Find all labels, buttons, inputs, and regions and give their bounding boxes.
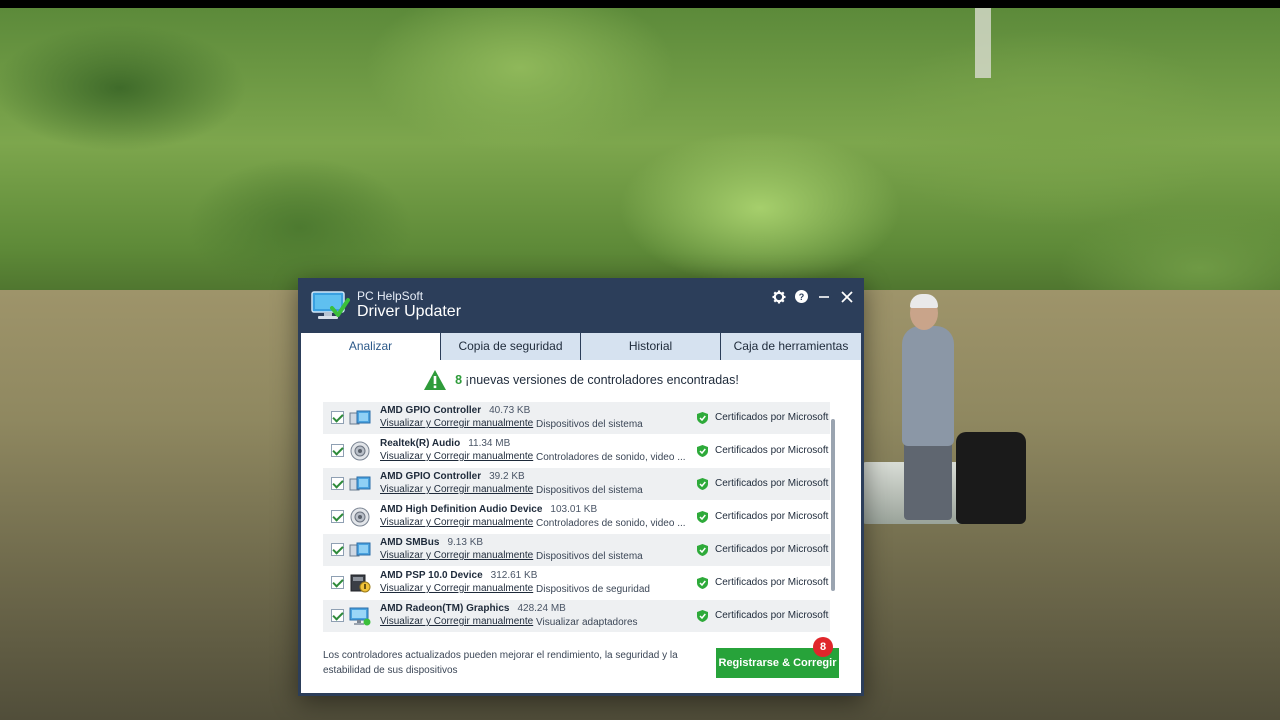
shield-check-icon xyxy=(697,511,708,523)
background-person-cap xyxy=(910,294,938,308)
settings-button[interactable] xyxy=(769,287,789,307)
driver-category: Controladores de sonido, video ... xyxy=(536,452,686,463)
letterbox-bar xyxy=(0,0,1280,8)
help-button[interactable]: ? xyxy=(791,287,811,307)
brand-name: PC HelpSoft xyxy=(357,289,424,303)
security-device-icon xyxy=(350,574,371,593)
gear-icon xyxy=(772,290,786,304)
driver-category: Dispositivos del sistema xyxy=(536,485,643,496)
driver-name: AMD GPIO Controller 40.73 KB xyxy=(380,405,531,416)
svg-text:?: ? xyxy=(798,292,804,302)
manual-fix-link[interactable]: Visualizar y Corregir manualmente xyxy=(380,517,533,528)
tab-historial[interactable]: Historial xyxy=(581,333,720,360)
scan-panel: 8 ¡nuevas versiones de controladores enco… xyxy=(301,360,861,693)
system-device-icon xyxy=(349,542,371,557)
driver-category: Dispositivos de seguridad xyxy=(536,584,650,595)
driver-checkbox[interactable] xyxy=(331,477,344,490)
scan-message: ¡nuevas versiones de controladores encon… xyxy=(465,373,739,387)
speaker-icon xyxy=(350,507,370,527)
manual-fix-link[interactable]: Visualizar y Corregir manualmente xyxy=(380,451,533,462)
tab-caja-de-herramientas[interactable]: Caja de herramientas xyxy=(721,333,861,360)
driver-checkbox[interactable] xyxy=(331,543,344,556)
minimize-icon xyxy=(819,296,829,298)
app-logo-icon xyxy=(311,291,350,319)
certification-label: Certificados por Microsoft xyxy=(715,544,829,555)
driver-checkbox[interactable] xyxy=(331,576,344,589)
close-button[interactable] xyxy=(837,287,857,307)
driver-category: Dispositivos del sistema xyxy=(536,419,643,430)
shield-check-icon xyxy=(697,412,708,424)
driver-name: AMD GPIO Controller 39.2 KB xyxy=(380,471,525,482)
certification-label: Certificados por Microsoft xyxy=(715,610,829,621)
system-device-icon xyxy=(349,410,371,425)
background-foliage xyxy=(0,8,1280,308)
warning-icon xyxy=(424,370,447,390)
title-bar[interactable]: PC HelpSoft Driver Updater ? xyxy=(298,278,864,332)
driver-category: Visualizar adaptadores xyxy=(536,617,638,628)
driver-size: 40.73 KB xyxy=(489,405,531,416)
certification-label: Certificados por Microsoft xyxy=(715,478,829,489)
help-icon: ? xyxy=(794,290,808,303)
display-adapter-icon xyxy=(349,607,371,626)
table-row: AMD SMBus 9.13 KB Visualizar y Corregir m… xyxy=(323,534,830,566)
update-count-badge: 8 xyxy=(813,637,833,657)
table-row: AMD GPIO Controller 39.2 KB Visualizar y … xyxy=(323,468,830,500)
table-row: Realtek(R) Audio 11.34 MB Visualizar y Co… xyxy=(323,435,830,467)
driver-count: 8 xyxy=(455,373,463,387)
driver-checkbox[interactable] xyxy=(331,510,344,523)
driver-checkbox[interactable] xyxy=(331,444,344,457)
driver-name: AMD Radeon(TM) Graphics 428.24 MB xyxy=(380,603,566,614)
manual-fix-link[interactable]: Visualizar y Corregir manualmente xyxy=(380,550,533,561)
driver-category: Dispositivos del sistema xyxy=(536,551,643,562)
scan-result-header: 8 ¡nuevas versiones de controladores enco… xyxy=(301,369,861,393)
driver-list: AMD GPIO Controller 40.73 KB Visualizar y… xyxy=(323,402,839,634)
driver-size: 312.61 KB xyxy=(490,570,538,581)
tab-analizar[interactable]: Analizar xyxy=(301,333,440,360)
shield-check-icon xyxy=(697,544,708,556)
driver-checkbox[interactable] xyxy=(331,609,344,622)
shield-check-icon xyxy=(697,478,708,490)
table-row: AMD PSP 10.0 Device 312.61 KB Visualizar … xyxy=(323,567,830,599)
background-person-legs xyxy=(904,440,952,520)
manual-fix-link[interactable]: Visualizar y Corregir manualmente xyxy=(380,583,533,594)
driver-name: AMD High Definition Audio Device 103.01 K… xyxy=(380,504,598,515)
certification-label: Certificados por Microsoft xyxy=(715,412,829,423)
manual-fix-link[interactable]: Visualizar y Corregir manualmente xyxy=(380,418,533,429)
table-row: AMD Radeon(TM) Graphics 428.24 MB Visuali… xyxy=(323,600,830,632)
table-row: AMD GPIO Controller 40.73 KB Visualizar y… xyxy=(323,402,830,434)
system-device-icon xyxy=(349,476,371,491)
driver-name: AMD PSP 10.0 Device 312.61 KB xyxy=(380,570,538,581)
shield-check-icon xyxy=(697,577,708,589)
certification-label: Certificados por Microsoft xyxy=(715,445,829,456)
driver-updater-window: PC HelpSoft Driver Updater ? Analizar Co… xyxy=(298,278,864,696)
driver-checkbox[interactable] xyxy=(331,411,344,424)
minimize-button[interactable] xyxy=(814,287,834,307)
driver-size: 103.01 KB xyxy=(550,504,598,515)
table-row: AMD High Definition Audio Device 103.01 K… xyxy=(323,501,830,533)
driver-name: AMD SMBus 9.13 KB xyxy=(380,537,484,548)
manual-fix-link[interactable]: Visualizar y Corregir manualmente xyxy=(380,616,533,627)
speaker-icon xyxy=(350,441,370,461)
certification-label: Certificados por Microsoft xyxy=(715,511,829,522)
background-outboard-motor xyxy=(956,432,1026,524)
driver-size: 9.13 KB xyxy=(447,537,484,548)
footer-message: Los controladores actualizados pueden me… xyxy=(323,650,678,676)
driver-name: Realtek(R) Audio 11.34 MB xyxy=(380,438,511,449)
driver-list-scrollbar[interactable] xyxy=(831,413,835,635)
driver-category: Controladores de sonido, video ... xyxy=(536,518,686,529)
background-tree-trunk xyxy=(975,8,991,78)
app-title: Driver Updater xyxy=(357,303,462,320)
close-icon xyxy=(841,291,853,303)
certification-label: Certificados por Microsoft xyxy=(715,577,829,588)
shield-check-icon xyxy=(697,610,708,622)
driver-size: 11.34 MB xyxy=(468,438,511,449)
shield-check-icon xyxy=(697,445,708,457)
driver-size: 39.2 KB xyxy=(489,471,525,482)
background-person xyxy=(902,326,954,446)
scrollbar-thumb[interactable] xyxy=(831,419,835,591)
driver-size: 428.24 MB xyxy=(517,603,566,614)
manual-fix-link[interactable]: Visualizar y Corregir manualmente xyxy=(380,484,533,495)
tab-copia-de-seguridad[interactable]: Copia de seguridad xyxy=(441,333,580,360)
tab-bar: Analizar Copia de seguridad Historial Ca… xyxy=(301,333,861,360)
